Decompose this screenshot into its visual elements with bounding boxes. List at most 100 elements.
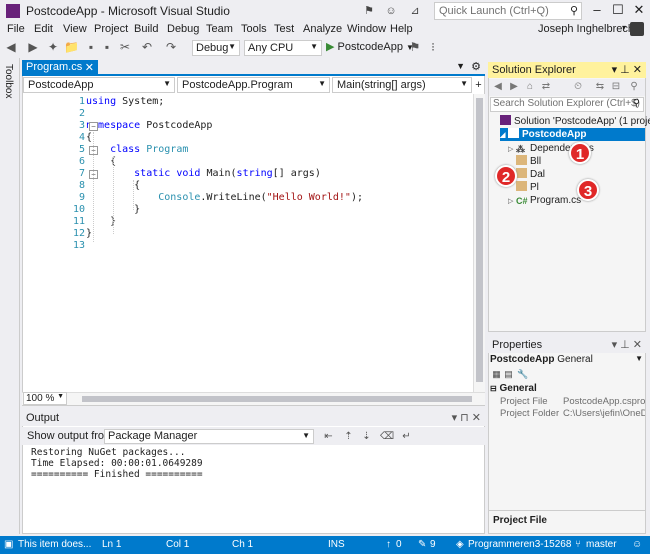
property-row[interactable]: Project Folder C:\Users\jefin\OneDrive <box>490 408 645 420</box>
solution-explorer-search-input[interactable]: Search Solution Explorer (Ctrl+$) ⚲ <box>490 97 644 112</box>
new-project-icon[interactable]: ✦ <box>46 40 60 54</box>
tab-program-cs[interactable]: Program.cs ✕ <box>22 60 98 76</box>
solution-explorer-controls[interactable]: ▾ ⊥ ✕ <box>612 63 642 76</box>
repository-name[interactable]: Programmeren3-15268 <box>468 539 571 550</box>
sync-icon[interactable]: ⇆ <box>594 81 606 93</box>
project-navigation-dropdown[interactable]: PostcodeApp ▼ <box>23 77 175 93</box>
code-line[interactable]: } <box>86 228 92 240</box>
clear-all-icon[interactable]: ⌫ <box>380 430 394 443</box>
zoom-level-dropdown[interactable]: 100 % ▼ <box>23 392 67 405</box>
code-area[interactable]: 1 using System; 2 3 namespace PostcodeApp −4{… <box>23 94 473 392</box>
next-message-icon[interactable]: ⇣ <box>360 430 373 443</box>
settings-icon[interactable]: ⚙ <box>471 60 481 73</box>
unpublished-commits-count[interactable]: 0 <box>396 539 402 550</box>
open-file-icon[interactable]: 📁 <box>64 40 79 54</box>
code-line[interactable]: { <box>86 156 116 168</box>
member-navigation-dropdown[interactable]: Main(string[] args) ▼ <box>332 77 472 93</box>
branch-icon[interactable]: ⑂ <box>575 539 581 550</box>
account-dropdown-icon[interactable]: ▾ <box>622 23 626 32</box>
word-wrap-icon[interactable]: ↵ <box>400 430 413 443</box>
type-navigation-dropdown[interactable]: PostcodeApp.Program ▼ <box>177 77 330 93</box>
menu-help[interactable]: Help <box>390 23 413 35</box>
navigate-forward-icon[interactable]: ▶ <box>26 40 40 54</box>
maximize-button[interactable]: ☐ <box>607 0 629 22</box>
find-message-icon[interactable]: ⇤ <box>322 430 335 443</box>
redo-icon[interactable]: ↷ <box>164 40 178 54</box>
editor-vertical-scrollbar[interactable] <box>473 94 485 392</box>
menu-view[interactable]: View <box>63 23 87 35</box>
collapse-all-icon[interactable]: ⊟ <box>610 81 622 93</box>
undo-icon[interactable]: ↶ <box>140 40 154 54</box>
toolbar-overflow-icon[interactable]: ⁝ <box>426 40 440 54</box>
close-button[interactable]: ✕ <box>628 0 650 22</box>
output-source-dropdown[interactable]: Package Manager ▼ <box>104 429 314 444</box>
menu-analyze[interactable]: Analyze <box>303 23 342 35</box>
solution-configuration-dropdown[interactable]: Debug ▼ <box>192 40 240 56</box>
back-icon[interactable]: ◀ <box>492 81 504 93</box>
split-editor-icon[interactable]: + <box>472 77 485 93</box>
code-line[interactable]: } <box>86 216 116 228</box>
notification-flag-icon[interactable]: ⚑ <box>362 4 376 18</box>
properties-icon[interactable]: ⚲ <box>628 81 640 93</box>
menu-test[interactable]: Test <box>274 23 294 35</box>
expand-arrow-icon[interactable]: ◢ <box>500 129 508 142</box>
menu-debug[interactable]: Debug <box>167 23 199 35</box>
tree-item[interactable]: Bll <box>508 155 541 168</box>
categorized-icon[interactable]: ▦ <box>491 369 502 380</box>
horizontal-scrollbar-thumb[interactable] <box>82 396 472 402</box>
property-pages-icon[interactable]: 🔧 <box>517 369 528 380</box>
code-line[interactable]: Console.WriteLine("Hello World!"); <box>86 192 363 204</box>
menu-window[interactable]: Window <box>347 23 386 35</box>
tree-item[interactable]: ◢ PostcodeApp <box>500 128 645 141</box>
publish-up-arrow-icon[interactable]: ↑ <box>386 539 391 550</box>
menu-edit[interactable]: Edit <box>34 23 53 35</box>
scrollbar-thumb[interactable] <box>476 98 483 382</box>
branch-name[interactable]: master <box>586 539 617 550</box>
tree-item[interactable]: Solution 'PostcodeApp' (1 project) <box>492 115 650 128</box>
output-window-controls[interactable]: ▾ ⊓ ✕ <box>452 411 481 424</box>
pending-changes-filter-icon[interactable]: ⏲ <box>572 81 584 93</box>
outline-collapse-icon[interactable]: − <box>89 122 98 131</box>
properties-object-dropdown[interactable]: PostcodeApp General ▼ <box>490 354 645 367</box>
quick-launch-input[interactable]: Quick Launch (Ctrl+Q) ⚲ <box>434 2 582 20</box>
menu-build[interactable]: Build <box>134 23 158 35</box>
feedback-icon[interactable]: ☺ <box>384 4 398 18</box>
expand-arrow-icon[interactable]: ▷ <box>508 195 516 208</box>
save-all-icon[interactable]: ▪ <box>100 40 114 54</box>
home-icon[interactable]: ⌂ <box>524 81 536 93</box>
forward-icon[interactable]: ▶ <box>508 81 520 93</box>
navigate-back-icon[interactable]: ◀ <box>4 40 18 54</box>
code-token: { <box>86 156 117 167</box>
switch-views-icon[interactable]: ⇄ <box>540 81 552 93</box>
minimize-button[interactable]: – <box>586 0 608 22</box>
code-line[interactable]: class Program <box>86 144 188 156</box>
avatar[interactable] <box>630 22 644 36</box>
code-line[interactable]: using System; <box>86 96 164 108</box>
notifications-icon[interactable]: ☺ <box>632 539 642 550</box>
tree-item[interactable]: ▷ C# Program.cs <box>508 194 581 207</box>
alphabetical-icon[interactable]: ▤ <box>503 369 514 380</box>
pending-changes-count[interactable]: 9 <box>430 539 436 550</box>
start-debugging-button[interactable]: ▶ PostcodeApp ▼ <box>326 40 414 53</box>
code-line[interactable]: { <box>86 132 92 144</box>
menu-project[interactable]: Project <box>94 23 128 35</box>
tab-overflow-icon[interactable]: ▼ <box>456 61 465 71</box>
close-icon[interactable]: ✕ <box>85 61 94 74</box>
menu-team[interactable]: Team <box>206 23 233 35</box>
previous-message-icon[interactable]: ⇡ <box>342 430 355 443</box>
property-row[interactable]: Project File PostcodeApp.csproj <box>490 396 645 408</box>
browser-link-icon[interactable]: ⚑ <box>408 40 422 54</box>
filter-icon[interactable]: ⊿ <box>408 4 422 18</box>
save-icon[interactable]: ▪ <box>84 40 98 54</box>
cut-icon[interactable]: ✂ <box>118 40 132 54</box>
property-category[interactable]: ⊟ General <box>490 383 537 394</box>
toolbox-tab[interactable]: Toolbox <box>3 64 14 98</box>
solution-platform-dropdown[interactable]: Any CPU ▼ <box>244 40 322 56</box>
code-line[interactable]: namespace PostcodeApp <box>86 120 212 132</box>
code-line[interactable]: static void Main(string[] args) <box>86 168 321 180</box>
properties-controls[interactable]: ▾ ⊥ ✕ <box>612 338 642 351</box>
menu-tools[interactable]: Tools <box>241 23 267 35</box>
menu-file[interactable]: File <box>7 23 25 35</box>
pencil-icon[interactable]: ✎ <box>418 539 426 550</box>
repository-icon[interactable]: ◈ <box>456 539 464 550</box>
